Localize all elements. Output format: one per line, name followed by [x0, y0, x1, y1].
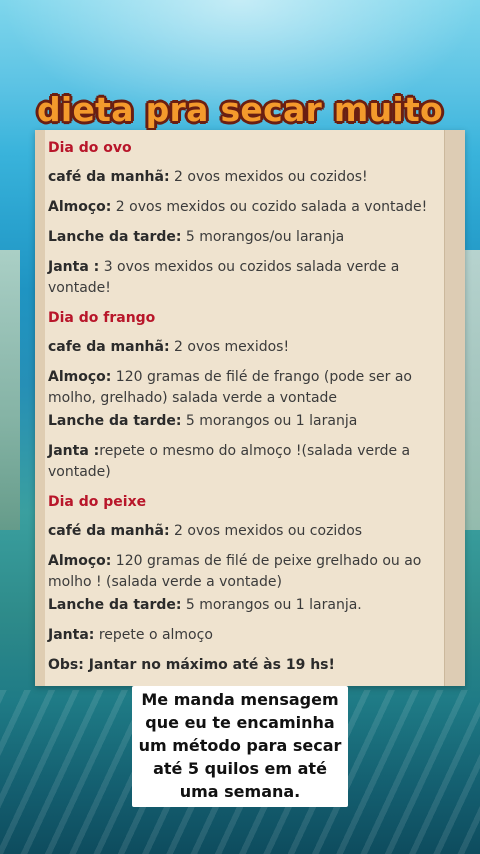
meal-label: café da manhã: — [48, 523, 170, 539]
meal-label: Almoço: — [48, 553, 112, 569]
diet-card: Dia do ovo café da manhã: 2 ovos mexidos… — [35, 130, 465, 686]
meal-text: repete o mesmo do almoço !(salada verde … — [48, 443, 411, 480]
meal-label: Janta : — [48, 443, 100, 459]
meal-text: 5 morangos/ou laranja — [181, 229, 345, 245]
card-left-edge — [35, 130, 45, 686]
meal-label: Lanche da tarde: — [48, 413, 182, 429]
caption-text: Me manda mensagem que eu te encaminha um… — [132, 686, 348, 807]
meal-line: Lanche da tarde: 5 morangos ou 1 laranja — [48, 411, 440, 432]
meal-label: Janta : — [48, 259, 100, 275]
meal-line: Janta :repete o mesmo do almoço !(salada… — [48, 441, 440, 483]
meal-line: Lanche da tarde: 5 morangos ou 1 laranja… — [48, 595, 440, 616]
obs-note: Obs: Jantar no máximo até às 19 hs! — [48, 657, 335, 673]
meal-line: Almoço: 120 gramas de filé de peixe grel… — [48, 551, 440, 593]
meal-line: cafe da manhã: 2 ovos mexidos! — [48, 337, 440, 358]
meal-label: Janta: — [48, 627, 95, 643]
meal-text: 5 morangos ou 1 laranja. — [181, 597, 362, 613]
meal-text: 3 ovos mexidos ou cozidos salada verde a… — [48, 259, 400, 296]
meal-label: café da manhã: — [48, 169, 170, 185]
meal-line: Janta : 3 ovos mexidos ou cozidos salada… — [48, 257, 440, 299]
meal-text: 5 morangos ou 1 laranja — [181, 413, 358, 429]
meal-line: Almoço: 2 ovos mexidos ou cozido salada … — [48, 197, 440, 218]
video-title: dieta pra secar muito — [36, 90, 444, 129]
meal-label: Lanche da tarde: — [48, 597, 182, 613]
shore-left — [0, 250, 20, 530]
day-heading-peixe: Dia do peixe — [48, 494, 147, 510]
meal-label: Almoço: — [48, 369, 112, 385]
day-heading-frango: Dia do frango — [48, 310, 156, 326]
meal-label: Lanche da tarde: — [48, 229, 182, 245]
meal-line: café da manhã: 2 ovos mexidos ou cozidos… — [48, 167, 440, 188]
meal-label: cafe da manhã: — [48, 339, 170, 355]
meal-line: café da manhã: 2 ovos mexidos ou cozidos — [48, 521, 440, 542]
meal-line: Janta: repete o almoço — [48, 625, 440, 646]
shore-right — [464, 250, 480, 530]
day-heading-ovo: Dia do ovo — [48, 140, 132, 156]
meal-text: repete o almoço — [94, 627, 213, 643]
card-right-edge — [444, 130, 465, 686]
meal-text: 2 ovos mexidos ou cozidos! — [169, 169, 368, 185]
meal-label: Almoço: — [48, 199, 112, 215]
diet-content: Dia do ovo café da manhã: 2 ovos mexidos… — [48, 138, 440, 676]
meal-line: Lanche da tarde: 5 morangos/ou laranja — [48, 227, 440, 248]
meal-line: Almoço: 120 gramas de filé de frango (po… — [48, 367, 440, 409]
meal-text: 2 ovos mexidos! — [169, 339, 290, 355]
meal-text: 2 ovos mexidos ou cozido salada a vontad… — [111, 199, 428, 215]
meal-text: 2 ovos mexidos ou cozidos — [169, 523, 363, 539]
